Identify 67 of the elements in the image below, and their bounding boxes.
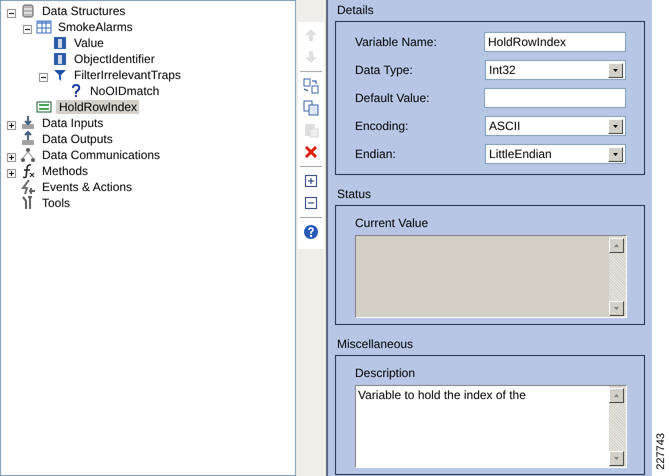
expand-icon[interactable] <box>7 168 16 178</box>
dropdown[interactable]: LittleEndian <box>485 144 626 164</box>
field-label: Variable Name: <box>355 35 438 49</box>
collapse-icon[interactable] <box>7 8 16 18</box>
tree-item[interactable]: Data Inputs <box>40 116 106 130</box>
dropdown-arrow-icon <box>612 68 619 72</box>
expand-icon <box>303 173 319 189</box>
dropdown[interactable]: ASCII <box>485 116 626 136</box>
tree-item[interactable]: Value <box>72 36 106 50</box>
network-icon <box>20 147 36 163</box>
tree-item[interactable]: SmokeAlarms <box>56 20 135 34</box>
figure-number: 227743 <box>654 433 666 470</box>
collapse-icon[interactable] <box>39 72 48 82</box>
field-label: Endian: <box>355 147 397 161</box>
input-icon <box>20 115 36 131</box>
dropdown-arrow-icon <box>612 152 619 156</box>
section-title: Details <box>337 3 375 17</box>
expand-icon[interactable] <box>7 152 16 162</box>
field-label: Encoding: <box>355 119 410 133</box>
column-icon <box>52 35 68 51</box>
tree-item[interactable]: Methods <box>40 164 90 178</box>
help-button[interactable] <box>301 222 321 242</box>
scroll-up-icon <box>613 243 620 248</box>
events-icon <box>20 179 36 195</box>
tree-item[interactable]: NoOIDmatch <box>88 84 162 98</box>
tree-item[interactable]: HoldRowIndex <box>56 100 140 114</box>
down-arrow-icon <box>303 49 319 65</box>
up-arrow-icon <box>303 27 319 43</box>
dropdown[interactable]: Int32 <box>485 60 626 80</box>
swap-documents-icon <box>303 78 319 94</box>
tree-item[interactable]: Data Structures <box>40 4 128 18</box>
tree-item[interactable]: FilterIrrelevantTraps <box>72 68 183 82</box>
collapse-icon <box>303 195 319 211</box>
tree-item[interactable]: Data Communications <box>40 148 162 162</box>
scroll-up-icon <box>613 393 620 398</box>
dropdown-arrow-icon <box>612 124 619 128</box>
scroll-down-icon <box>613 306 620 311</box>
tree-item[interactable]: Data Outputs <box>40 132 115 146</box>
group-label: Description <box>355 366 416 380</box>
tree-item[interactable]: Tools <box>40 196 72 210</box>
function-icon <box>20 163 36 179</box>
section-title: Miscellaneous <box>337 337 414 351</box>
filter-icon <box>52 67 68 83</box>
column-icon <box>52 51 68 67</box>
copy-button[interactable] <box>301 98 321 118</box>
swap-documents-button[interactable] <box>301 76 321 96</box>
text-area[interactable]: Variable to hold the index of the <box>355 385 627 468</box>
input-field[interactable]: HoldRowIndex <box>484 32 626 52</box>
expand-icon[interactable] <box>7 120 16 130</box>
help-icon <box>303 224 319 240</box>
paste-icon <box>303 122 319 138</box>
field-label: Data Type: <box>355 63 414 77</box>
storage-icon <box>20 3 36 19</box>
tree-item[interactable]: Events & Actions <box>40 180 134 194</box>
table-icon <box>36 19 52 35</box>
section-title: Status <box>337 187 372 201</box>
tree-item[interactable]: ObjectIdentifier <box>72 52 157 66</box>
collapse-icon[interactable] <box>23 24 32 34</box>
output-icon <box>20 131 36 147</box>
variable-icon <box>36 99 52 115</box>
group-label: Current Value <box>355 216 430 230</box>
delete-icon <box>303 144 319 160</box>
description-text: Variable to hold the index of the <box>358 388 526 402</box>
scroll-down-icon <box>613 456 620 461</box>
copy-icon <box>303 100 319 116</box>
input-field[interactable] <box>484 88 626 108</box>
field-label: Default Value: <box>355 91 430 105</box>
